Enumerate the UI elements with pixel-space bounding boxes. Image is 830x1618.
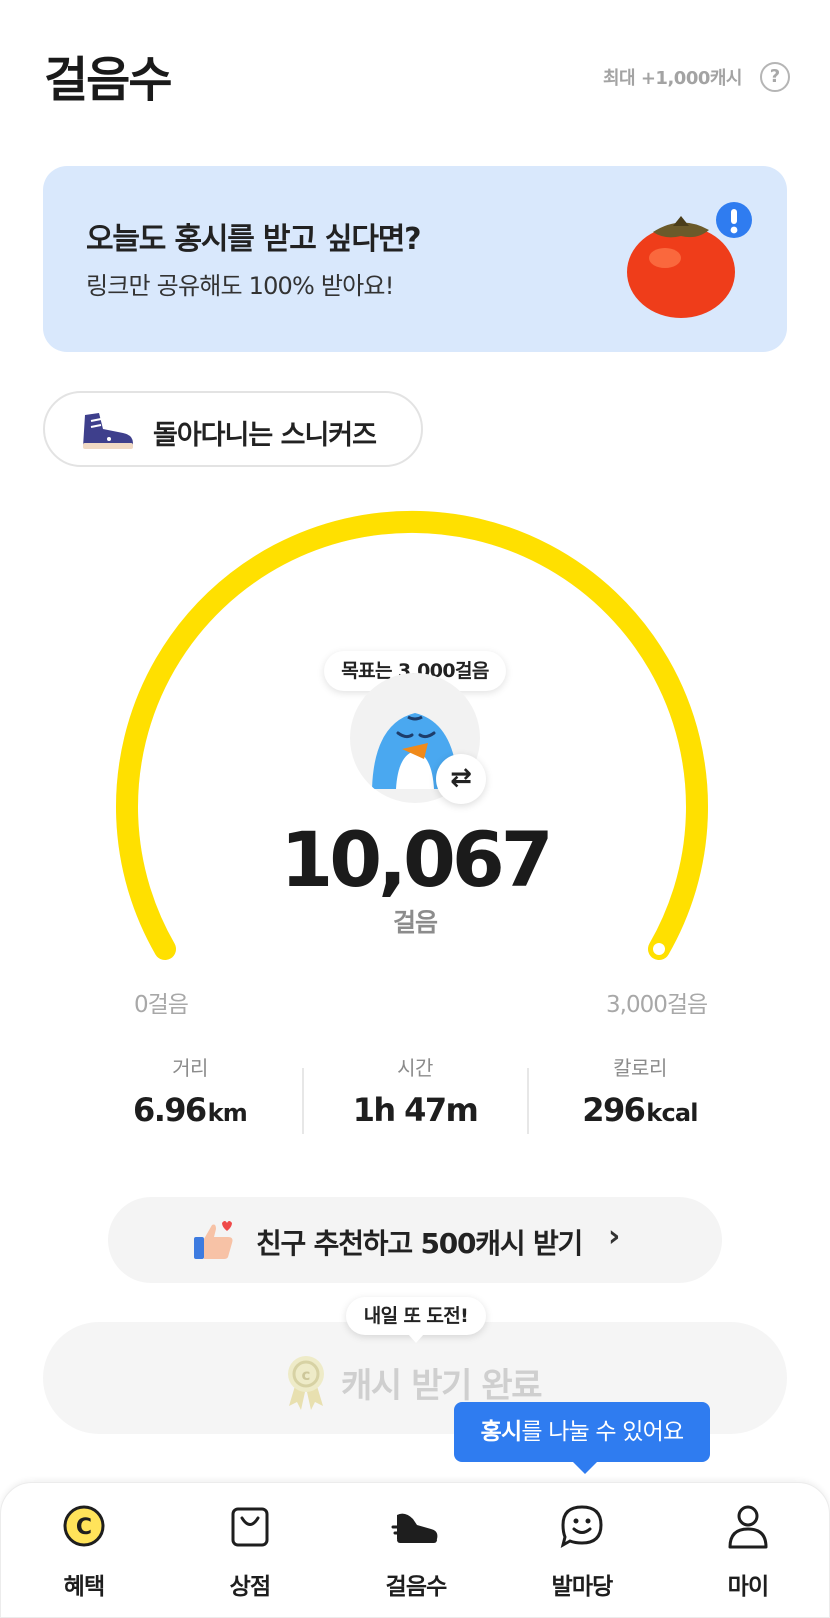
stat-value: 1h 47m: [352, 1091, 479, 1129]
banner-title: 오늘도 홍시를 받고 싶다면?: [86, 222, 422, 257]
cash-coin-icon: C: [63, 1505, 105, 1547]
stat-unit: km: [207, 1099, 248, 1127]
tab-label: 걸음수: [385, 1574, 447, 1600]
refer-friend-button[interactable]: 친구 추천하고 500캐시 받기 ›: [108, 1197, 722, 1283]
svg-text:C: C: [76, 1515, 92, 1540]
share-persimmon-tooltip: 홍시를 나눌 수 있어요: [454, 1402, 710, 1474]
share-banner[interactable]: 오늘도 홍시를 받고 싶다면? 링크만 공유해도 100% 받아요!: [43, 166, 787, 352]
stat-distance: 거리 6.96km: [78, 1050, 302, 1140]
header: 걸음수 최대 +1,000캐시 ?: [0, 0, 830, 140]
sneaker-icon: [391, 1513, 438, 1543]
persimmon-icon: [627, 202, 752, 318]
swap-character-button[interactable]: ⇄: [436, 754, 486, 804]
stat-calories: 칼로리 296kcal: [528, 1050, 752, 1140]
medal-icon: c: [288, 1356, 324, 1410]
tab-label: 혜택: [63, 1574, 106, 1600]
stat-time: 시간 1h 47m: [303, 1050, 527, 1140]
svg-text:c: c: [302, 1366, 311, 1384]
sneaker-label: 돌아다니는 스니커즈: [153, 420, 377, 451]
claim-label: 캐시 받기 완료: [341, 1366, 543, 1406]
tab-label: 발마당: [551, 1574, 613, 1600]
page-title: 걸음수: [44, 52, 172, 108]
gauge-end-dot: [653, 943, 665, 955]
refer-label: 친구 추천하고 500캐시 받기: [256, 1227, 583, 1260]
stat-label: 칼로리: [613, 1056, 667, 1080]
tab-shop[interactable]: 상점: [190, 1501, 310, 1611]
gauge-max-label: 3,000걸음: [606, 992, 708, 1018]
gauge-min-label: 0걸음: [134, 992, 189, 1018]
tab-label: 상점: [229, 1574, 272, 1600]
stat-label: 거리: [172, 1056, 208, 1080]
shopping-bag-icon: [231, 1507, 269, 1547]
step-count: 10,067: [280, 815, 553, 904]
max-cash-label: 최대 +1,000캐시: [602, 68, 743, 89]
tab-my[interactable]: 마이: [688, 1501, 808, 1611]
step-unit: 걸음: [392, 908, 438, 937]
stat-value: 6.96: [133, 1091, 207, 1129]
person-icon: [728, 1505, 768, 1549]
tooltip-bold: 홍시: [480, 1419, 523, 1445]
tooltip-text: 를 나눌 수 있어요: [521, 1419, 684, 1445]
chat-smile-icon: [560, 1505, 603, 1549]
banner-subtitle: 링크만 공유해도 100% 받아요!: [86, 272, 394, 300]
chevron-right-icon: ›: [608, 1219, 621, 1254]
thumbs-up-icon: [194, 1221, 233, 1259]
bottom-tab-bar: C 혜택 상점 걸음수 발마당 마이: [0, 1482, 830, 1618]
tab-community[interactable]: 발마당: [522, 1501, 642, 1611]
tab-benefits[interactable]: C 혜택: [24, 1501, 144, 1611]
sneaker-icon: [83, 413, 133, 449]
stat-value: 296: [582, 1091, 646, 1129]
sneaker-chip[interactable]: 돌아다니는 스니커즈: [43, 391, 423, 467]
stat-unit: kcal: [646, 1099, 698, 1127]
help-icon[interactable]: ?: [760, 62, 790, 92]
tab-label: 마이: [727, 1574, 770, 1600]
retry-bubble: 내일 또 도전!: [346, 1297, 486, 1343]
stats-row: 거리 6.96km 시간 1h 47m 칼로리 296kcal: [78, 1050, 752, 1140]
stat-label: 시간: [397, 1056, 433, 1080]
tab-steps[interactable]: 걸음수: [356, 1501, 476, 1611]
